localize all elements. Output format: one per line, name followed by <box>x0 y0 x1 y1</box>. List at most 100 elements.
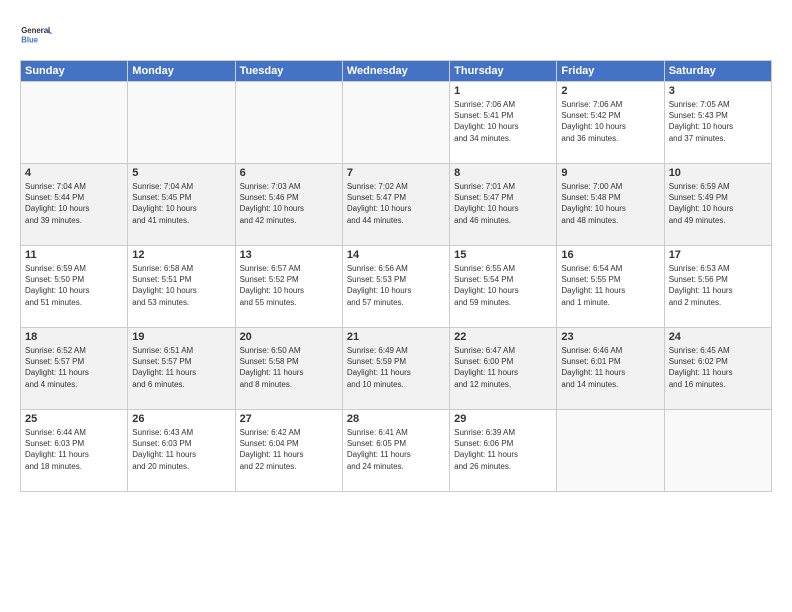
day-info: Sunrise: 6:57 AM Sunset: 5:52 PM Dayligh… <box>240 263 338 308</box>
weekday-header-row: SundayMondayTuesdayWednesdayThursdayFrid… <box>21 61 772 82</box>
week-row-4: 25Sunrise: 6:44 AM Sunset: 6:03 PM Dayli… <box>21 410 772 492</box>
day-info: Sunrise: 6:59 AM Sunset: 5:50 PM Dayligh… <box>25 263 123 308</box>
day-info: Sunrise: 6:59 AM Sunset: 5:49 PM Dayligh… <box>669 181 767 226</box>
day-info: Sunrise: 6:39 AM Sunset: 6:06 PM Dayligh… <box>454 427 552 472</box>
calendar-cell: 25Sunrise: 6:44 AM Sunset: 6:03 PM Dayli… <box>21 410 128 492</box>
calendar-cell: 20 Sunrise: 6:50 AM Sunset: 5:58 PM Dayli… <box>235 328 342 410</box>
day-number: 5 <box>132 167 230 179</box>
day-info: Sunrise: 6:51 AM Sunset: 5:57 PM Dayligh… <box>132 345 230 390</box>
day-number: 15 <box>454 249 552 261</box>
day-number: 9 <box>561 167 659 179</box>
week-row-2: 11 Sunrise: 6:59 AM Sunset: 5:50 PM Dayli… <box>21 246 772 328</box>
calendar-cell: 18Sunrise: 6:52 AM Sunset: 5:57 PM Dayli… <box>21 328 128 410</box>
day-info: Sunrise: 6:53 AM Sunset: 5:56 PM Dayligh… <box>669 263 767 308</box>
day-number: 16 <box>561 249 659 261</box>
day-number: 28 <box>347 413 445 425</box>
calendar-cell: 9 Sunrise: 7:00 AM Sunset: 5:48 PM Daylig… <box>557 164 664 246</box>
day-info: Sunrise: 6:55 AM Sunset: 5:54 PM Dayligh… <box>454 263 552 308</box>
day-info: Sunrise: 7:04 AM Sunset: 5:44 PM Dayligh… <box>25 181 123 226</box>
calendar-cell: 8 Sunrise: 7:01 AM Sunset: 5:47 PM Daylig… <box>450 164 557 246</box>
calendar: SundayMondayTuesdayWednesdayThursdayFrid… <box>20 60 772 492</box>
day-info: Sunrise: 6:41 AM Sunset: 6:05 PM Dayligh… <box>347 427 445 472</box>
day-number: 1 <box>454 85 552 97</box>
day-info: Sunrise: 6:42 AM Sunset: 6:04 PM Dayligh… <box>240 427 338 472</box>
weekday-header-saturday: Saturday <box>664 61 771 82</box>
day-info: Sunrise: 7:05 AM Sunset: 5:43 PM Dayligh… <box>669 99 767 144</box>
day-info: Sunrise: 7:03 AM Sunset: 5:46 PM Dayligh… <box>240 181 338 226</box>
calendar-cell: 6 Sunrise: 7:03 AM Sunset: 5:46 PM Daylig… <box>235 164 342 246</box>
day-number: 24 <box>669 331 767 343</box>
calendar-cell: 14 Sunrise: 6:56 AM Sunset: 5:53 PM Dayli… <box>342 246 449 328</box>
day-info: Sunrise: 7:02 AM Sunset: 5:47 PM Dayligh… <box>347 181 445 226</box>
calendar-cell: 1 Sunrise: 7:06 AM Sunset: 5:41 PM Daylig… <box>450 82 557 164</box>
calendar-cell: 10 Sunrise: 6:59 AM Sunset: 5:49 PM Dayli… <box>664 164 771 246</box>
weekday-header-tuesday: Tuesday <box>235 61 342 82</box>
day-info: Sunrise: 6:54 AM Sunset: 5:55 PM Dayligh… <box>561 263 659 308</box>
day-info: Sunrise: 6:43 AM Sunset: 6:03 PM Dayligh… <box>132 427 230 472</box>
page: GeneralBlue SundayMondayTuesdayWednesday… <box>0 0 792 612</box>
calendar-cell <box>128 82 235 164</box>
calendar-cell: 21Sunrise: 6:49 AM Sunset: 5:59 PM Dayli… <box>342 328 449 410</box>
logo-icon: GeneralBlue <box>20 16 56 52</box>
day-number: 26 <box>132 413 230 425</box>
day-number: 19 <box>132 331 230 343</box>
logo: GeneralBlue <box>20 16 56 52</box>
day-info: Sunrise: 6:45 AM Sunset: 6:02 PM Dayligh… <box>669 345 767 390</box>
day-info: Sunrise: 7:01 AM Sunset: 5:47 PM Dayligh… <box>454 181 552 226</box>
week-row-1: 4 Sunrise: 7:04 AM Sunset: 5:44 PM Daylig… <box>21 164 772 246</box>
day-info: Sunrise: 6:49 AM Sunset: 5:59 PM Dayligh… <box>347 345 445 390</box>
calendar-cell: 4 Sunrise: 7:04 AM Sunset: 5:44 PM Daylig… <box>21 164 128 246</box>
day-number: 10 <box>669 167 767 179</box>
day-info: Sunrise: 6:46 AM Sunset: 6:01 PM Dayligh… <box>561 345 659 390</box>
day-number: 8 <box>454 167 552 179</box>
calendar-cell: 7 Sunrise: 7:02 AM Sunset: 5:47 PM Daylig… <box>342 164 449 246</box>
day-number: 20 <box>240 331 338 343</box>
calendar-cell <box>235 82 342 164</box>
day-number: 29 <box>454 413 552 425</box>
day-info: Sunrise: 6:50 AM Sunset: 5:58 PM Dayligh… <box>240 345 338 390</box>
calendar-cell: 12 Sunrise: 6:58 AM Sunset: 5:51 PM Dayli… <box>128 246 235 328</box>
day-info: Sunrise: 7:06 AM Sunset: 5:41 PM Dayligh… <box>454 99 552 144</box>
calendar-cell <box>664 410 771 492</box>
calendar-cell: 26 Sunrise: 6:43 AM Sunset: 6:03 PM Dayli… <box>128 410 235 492</box>
day-number: 11 <box>25 249 123 261</box>
calendar-cell: 28 Sunrise: 6:41 AM Sunset: 6:05 PM Dayli… <box>342 410 449 492</box>
day-info: Sunrise: 6:44 AM Sunset: 6:03 PM Dayligh… <box>25 427 123 472</box>
day-info: Sunrise: 7:00 AM Sunset: 5:48 PM Dayligh… <box>561 181 659 226</box>
day-info: Sunrise: 7:04 AM Sunset: 5:45 PM Dayligh… <box>132 181 230 226</box>
weekday-header-thursday: Thursday <box>450 61 557 82</box>
day-number: 7 <box>347 167 445 179</box>
day-number: 2 <box>561 85 659 97</box>
calendar-cell: 13 Sunrise: 6:57 AM Sunset: 5:52 PM Dayli… <box>235 246 342 328</box>
day-number: 12 <box>132 249 230 261</box>
svg-text:General: General <box>21 26 50 35</box>
weekday-header-friday: Friday <box>557 61 664 82</box>
day-number: 23 <box>561 331 659 343</box>
calendar-cell: 17Sunrise: 6:53 AM Sunset: 5:56 PM Dayli… <box>664 246 771 328</box>
calendar-cell: 23 Sunrise: 6:46 AM Sunset: 6:01 PM Dayli… <box>557 328 664 410</box>
day-info: Sunrise: 6:58 AM Sunset: 5:51 PM Dayligh… <box>132 263 230 308</box>
day-number: 14 <box>347 249 445 261</box>
header: GeneralBlue <box>20 16 772 52</box>
day-number: 13 <box>240 249 338 261</box>
day-info: Sunrise: 7:06 AM Sunset: 5:42 PM Dayligh… <box>561 99 659 144</box>
day-number: 18 <box>25 331 123 343</box>
calendar-cell <box>342 82 449 164</box>
day-info: Sunrise: 6:47 AM Sunset: 6:00 PM Dayligh… <box>454 345 552 390</box>
calendar-cell <box>21 82 128 164</box>
calendar-cell: 15 Sunrise: 6:55 AM Sunset: 5:54 PM Dayli… <box>450 246 557 328</box>
day-number: 6 <box>240 167 338 179</box>
day-info: Sunrise: 6:56 AM Sunset: 5:53 PM Dayligh… <box>347 263 445 308</box>
calendar-cell: 27 Sunrise: 6:42 AM Sunset: 6:04 PM Dayli… <box>235 410 342 492</box>
week-row-3: 18Sunrise: 6:52 AM Sunset: 5:57 PM Dayli… <box>21 328 772 410</box>
svg-text:Blue: Blue <box>21 35 39 44</box>
day-number: 27 <box>240 413 338 425</box>
day-number: 3 <box>669 85 767 97</box>
calendar-cell: 16 Sunrise: 6:54 AM Sunset: 5:55 PM Dayli… <box>557 246 664 328</box>
calendar-cell: 19 Sunrise: 6:51 AM Sunset: 5:57 PM Dayli… <box>128 328 235 410</box>
calendar-cell: 29 Sunrise: 6:39 AM Sunset: 6:06 PM Dayli… <box>450 410 557 492</box>
day-number: 4 <box>25 167 123 179</box>
calendar-cell <box>557 410 664 492</box>
week-row-0: 1 Sunrise: 7:06 AM Sunset: 5:41 PM Daylig… <box>21 82 772 164</box>
calendar-cell: 2 Sunrise: 7:06 AM Sunset: 5:42 PM Daylig… <box>557 82 664 164</box>
